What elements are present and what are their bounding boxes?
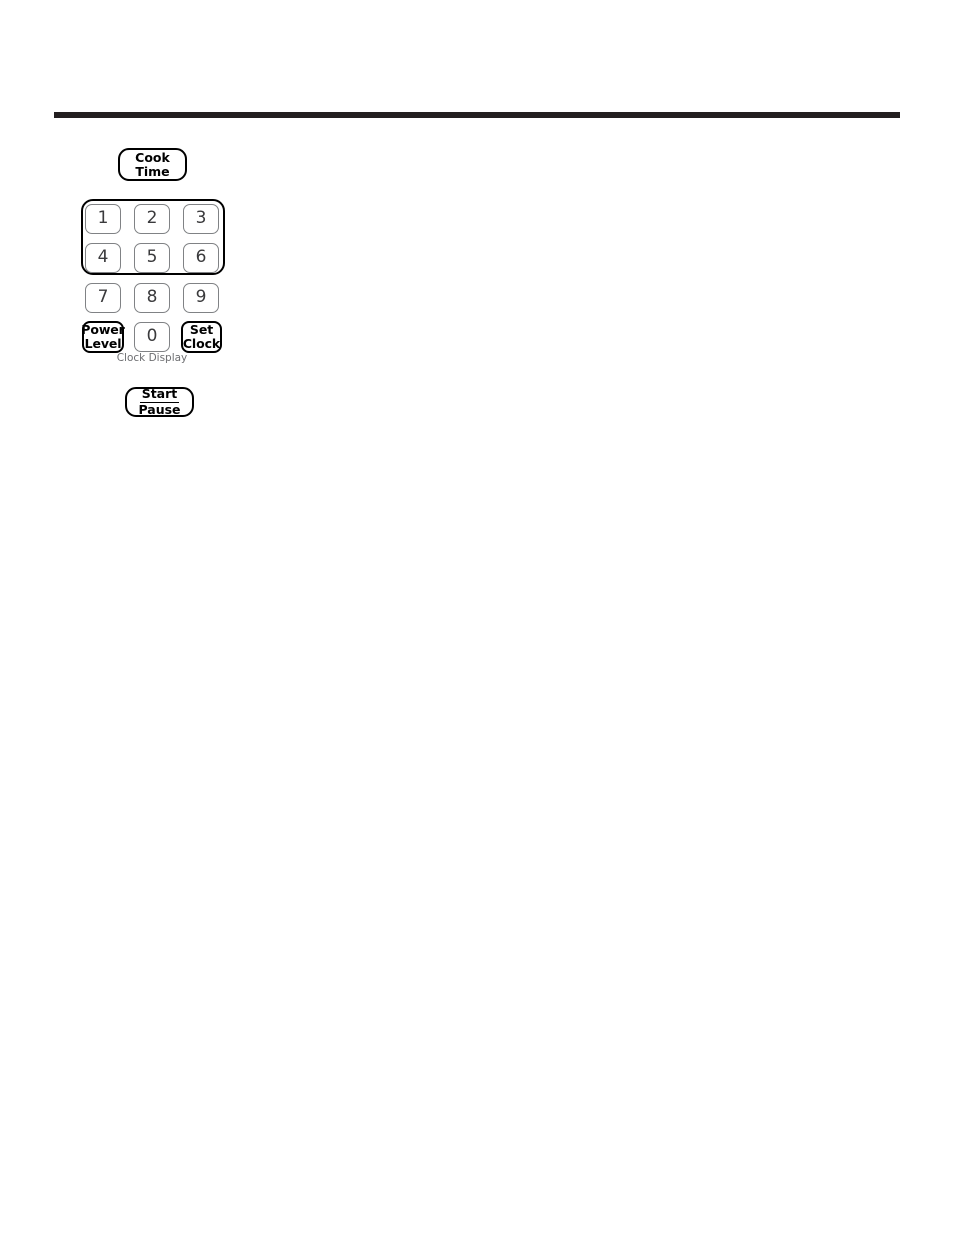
keypad-key-9-label: 9 — [195, 287, 207, 308]
power-level-line2: Level — [84, 336, 122, 351]
cook-time-label: Cook Time — [135, 149, 170, 179]
clock-display-caption: Clock Display — [116, 352, 188, 364]
keypad-key-5-label: 5 — [146, 247, 158, 268]
set-clock-label: Set Clock — [183, 323, 220, 351]
keypad-key-9[interactable]: 9 — [183, 283, 219, 313]
power-level-label: Power Level — [81, 322, 125, 351]
keypad-key-0-label: 0 — [146, 326, 158, 347]
cook-time-button[interactable]: Cook Time — [118, 148, 187, 181]
keypad-key-4[interactable]: 4 — [85, 243, 121, 273]
keypad-key-7[interactable]: 7 — [85, 283, 121, 313]
keypad-key-0[interactable]: 0 — [134, 322, 170, 352]
start-pause-line2: Pause — [138, 402, 181, 417]
keypad-key-1-label: 1 — [97, 208, 109, 229]
power-level-line1: Power — [81, 322, 125, 338]
keypad-key-3[interactable]: 3 — [183, 204, 219, 234]
set-clock-line1: Set — [189, 322, 214, 338]
keypad-key-8[interactable]: 8 — [134, 283, 170, 313]
keypad-key-6-label: 6 — [195, 247, 207, 268]
power-level-button[interactable]: Power Level — [81, 321, 125, 353]
cook-time-line2: Time — [135, 163, 170, 179]
start-pause-button[interactable]: Start Pause — [125, 387, 194, 417]
keypad-key-7-label: 7 — [97, 287, 109, 308]
keypad-key-2[interactable]: 2 — [134, 204, 170, 234]
start-pause-line1: Start — [139, 386, 180, 403]
keypad-key-6[interactable]: 6 — [183, 243, 219, 273]
keypad-key-5[interactable]: 5 — [134, 243, 170, 273]
keypad-key-2-label: 2 — [146, 208, 158, 229]
keypad-key-4-label: 4 — [97, 247, 109, 268]
keypad-key-3-label: 3 — [195, 208, 207, 229]
start-pause-label: Start Pause — [138, 387, 180, 417]
set-clock-button[interactable]: Set Clock — [181, 321, 222, 353]
keypad-key-1[interactable]: 1 — [85, 204, 121, 234]
cook-time-line1: Cook — [135, 149, 170, 165]
set-clock-line2: Clock — [182, 336, 221, 351]
microwave-control-panel-diagram: Cook Time 1 2 3 4 5 6 7 8 9 Power Level — [0, 0, 954, 1235]
keypad-key-8-label: 8 — [146, 287, 158, 308]
